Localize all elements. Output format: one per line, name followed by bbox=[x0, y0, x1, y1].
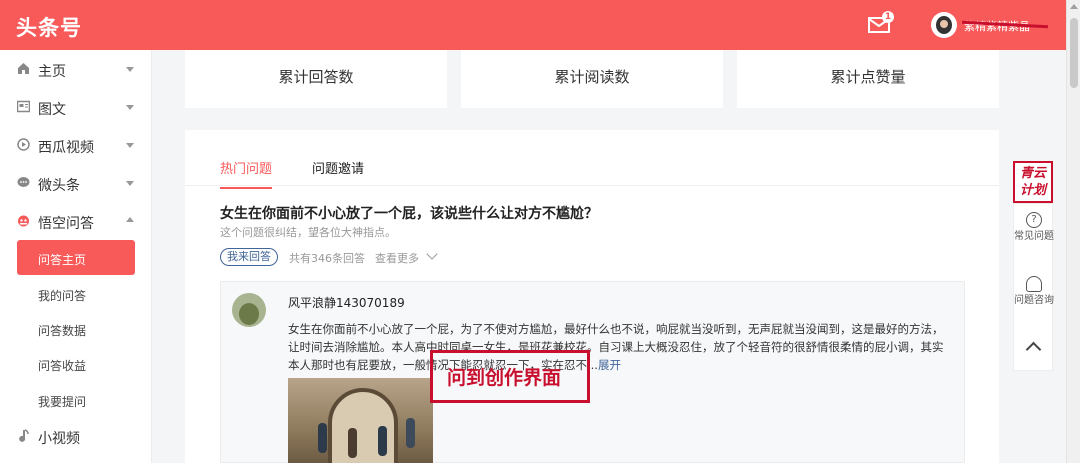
article-icon bbox=[17, 100, 30, 113]
sidebar-item-label: 小视频 bbox=[38, 431, 80, 447]
chevron-down-icon bbox=[126, 105, 134, 110]
sidebar-item-label: 悟空问答 bbox=[38, 216, 94, 232]
question-mark-icon: ? bbox=[1026, 212, 1042, 228]
chevron-down-icon[interactable] bbox=[426, 248, 438, 260]
notification-badge: 1 bbox=[882, 11, 894, 23]
sidebar-subitem-qa-home[interactable]: 问答主页 bbox=[0, 240, 152, 275]
sidebar-subitem-label: 我要提问 bbox=[38, 395, 87, 409]
answer-author[interactable]: 风平浪静143070189 bbox=[288, 294, 405, 311]
tab-question-invites[interactable]: 问题邀请 bbox=[312, 158, 364, 177]
question-title[interactable]: 女生在你面前不小心放了一个屁，该说些什么让对方不尴尬？ bbox=[220, 203, 598, 223]
sidebar-item-weitoutiao[interactable]: 微头条 bbox=[0, 164, 152, 202]
qingyun-plan-badge[interactable]: 青云计划 bbox=[1013, 161, 1053, 203]
faq-button[interactable]: ? 常见问题 bbox=[1014, 212, 1054, 243]
logo[interactable]: 头条号 bbox=[16, 12, 82, 42]
scroll-thumb[interactable] bbox=[1070, 18, 1078, 88]
sidebar-subitem-qa-income[interactable]: 问答收益 bbox=[0, 346, 152, 381]
headset-icon bbox=[1026, 276, 1042, 292]
chevron-down-icon bbox=[126, 143, 134, 148]
sidebar-item-article[interactable]: 图文 bbox=[0, 88, 152, 126]
wukong-icon bbox=[18, 215, 29, 227]
stat-label: 累计阅读数 bbox=[554, 68, 630, 86]
chevron-down-icon bbox=[126, 181, 134, 186]
chevron-up-icon bbox=[126, 217, 134, 222]
sidebar: 主页 图文 西瓜视频 微头条 悟空问答 问答主页 我的问答 问答数据 问答收益 … bbox=[0, 50, 152, 463]
sidebar-item-label: 主页 bbox=[38, 64, 66, 80]
consult-label: 问题咨询 bbox=[1014, 295, 1054, 306]
annotation-text: 问到创作界面 bbox=[447, 367, 562, 389]
chat-icon bbox=[17, 177, 30, 187]
floating-toolbar: ? 常见问题 问题咨询 bbox=[1013, 203, 1054, 371]
stat-label: 累计回答数 bbox=[278, 68, 354, 86]
view-more-link[interactable]: 查看更多 bbox=[375, 250, 419, 266]
sidebar-subitem-label: 问答主页 bbox=[38, 253, 87, 267]
home-icon bbox=[18, 63, 29, 74]
sidebar-item-wukong-qa[interactable]: 悟空问答 bbox=[0, 202, 152, 240]
sidebar-item-label: 图文 bbox=[38, 102, 66, 118]
answer-button[interactable]: 我来回答 bbox=[220, 248, 278, 266]
sidebar-subitem-label: 问答数据 bbox=[38, 324, 87, 338]
sidebar-item-label: 微头条 bbox=[38, 178, 80, 194]
tab-hot-questions[interactable]: 热门问题 bbox=[220, 158, 273, 189]
answer-count: 共有346条回答 bbox=[289, 252, 365, 265]
music-note-icon bbox=[19, 429, 29, 442]
qa-panel: 热门问题 问题邀请 女生在你面前不小心放了一个屁，该说些什么让对方不尴尬？ 这个… bbox=[185, 130, 999, 463]
sidebar-subitem-label: 问答收益 bbox=[38, 359, 87, 373]
scrollbar[interactable] bbox=[1066, 0, 1080, 463]
sidebar-subitem-qa-data[interactable]: 问答数据 bbox=[0, 311, 152, 346]
stat-card-reads: 累计阅读数 bbox=[461, 50, 723, 108]
sidebar-item-short-video[interactable]: 小视频 bbox=[0, 417, 152, 455]
avatar[interactable] bbox=[232, 293, 266, 327]
user-avatar[interactable] bbox=[931, 12, 957, 38]
expand-link[interactable]: 展开 bbox=[598, 358, 621, 372]
stat-card-answers: 累计回答数 bbox=[185, 50, 447, 108]
back-to-top-icon[interactable] bbox=[1025, 341, 1042, 358]
stat-card-likes: 累计点赞量 bbox=[737, 50, 999, 108]
consult-button[interactable]: 问题咨询 bbox=[1014, 276, 1054, 307]
question-subtitle: 这个问题很纠结，望各位大神指点。 bbox=[220, 226, 396, 239]
faq-label: 常见问题 bbox=[1014, 231, 1054, 242]
answer-card: 风平浪静143070189 女生在你面前不小心放了一个屁，为了不使对方尴尬，最好… bbox=[220, 281, 965, 463]
stat-label: 累计点赞量 bbox=[830, 68, 906, 86]
sidebar-item-home[interactable]: 主页 bbox=[0, 50, 152, 88]
tab-bar: 热门问题 问题邀请 bbox=[185, 130, 999, 189]
answer-text: 女生在你面前不小心放了一个屁，为了不使对方尴尬，最好什么也不说，响屁就当没听到，… bbox=[288, 320, 948, 374]
answer-image[interactable] bbox=[288, 378, 433, 463]
annotation-box: 问到创作界面 bbox=[430, 350, 590, 403]
sidebar-item-xigua-video[interactable]: 西瓜视频 bbox=[0, 126, 152, 164]
sidebar-subitem-my-qa[interactable]: 我的问答 bbox=[0, 276, 152, 311]
chevron-down-icon bbox=[126, 67, 134, 72]
scroll-up-arrow-icon[interactable] bbox=[1070, 4, 1078, 9]
top-header: 头条号 1 紫精紫精紫晶 bbox=[0, 0, 1080, 50]
sidebar-item-label: 西瓜视频 bbox=[38, 140, 94, 156]
sidebar-subitem-label: 我的问答 bbox=[38, 289, 87, 303]
play-icon bbox=[17, 138, 30, 151]
sidebar-subitem-ask[interactable]: 我要提问 bbox=[0, 382, 152, 417]
